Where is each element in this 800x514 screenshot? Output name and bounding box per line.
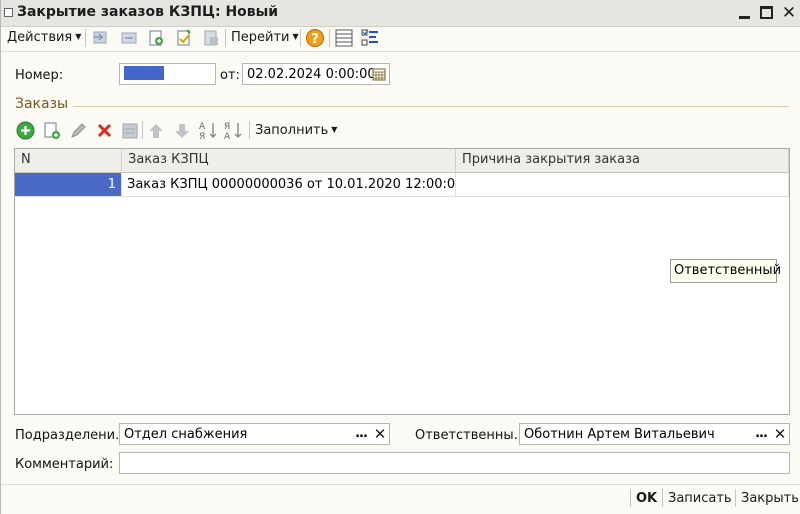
structure-icon[interactable] — [334, 28, 354, 48]
orders-section-title: Заказы — [15, 96, 69, 112]
footer-divider — [1, 484, 800, 485]
responsible-label: Ответственны... — [415, 428, 527, 443]
svg-text:А: А — [224, 132, 231, 140]
window-menu-icon[interactable] — [4, 8, 13, 17]
goto-menu-label: Перейти — [231, 30, 290, 45]
sort-ascending-icon[interactable]: АЯ — [199, 120, 219, 140]
department-select-button[interactable]: ... — [352, 424, 370, 444]
order-cell[interactable]: Заказ КЗПЦ 00000000036 от 10.01.2020 12:… — [122, 173, 456, 197]
responsible-tooltip: Ответственный — [670, 259, 781, 283]
fill-menu-label: Заполнить — [255, 123, 329, 138]
add-row-icon[interactable] — [16, 121, 35, 140]
actions-menu-button[interactable]: Действия ▼ — [7, 30, 81, 45]
toolbar-separator — [300, 29, 301, 47]
row-number-cell[interactable]: 1 — [15, 173, 122, 197]
responsible-value: Оботнин Артем Витальевич — [524, 427, 715, 442]
actions-menu-label: Действия — [7, 30, 73, 45]
column-header-reason[interactable]: Причина закрытия заказа — [456, 149, 789, 173]
date-value: 02.02.2024 0:00:00 — [247, 67, 376, 82]
checklist-icon[interactable] — [360, 28, 380, 48]
close-button[interactable]: Закрыть — [741, 491, 799, 506]
end-edit-icon[interactable] — [121, 122, 139, 140]
close-window-button[interactable]: ✕ — [781, 5, 797, 22]
toolbar-separator — [225, 29, 226, 47]
department-label: Подразделени... — [15, 428, 128, 443]
main-toolbar: Действия ▼ Перейти ▼ ? — [1, 27, 800, 49]
toolbar-divider — [1, 51, 800, 52]
footer-separator — [662, 489, 663, 507]
copy-icon[interactable] — [91, 28, 111, 48]
department-input[interactable]: Отдел снабжения — [119, 423, 390, 445]
document-window: Закрытие заказов КЗПЦ: Новый ✕ Действия ▼… — [0, 0, 800, 514]
calendar-icon[interactable] — [372, 67, 386, 81]
svg-text:А: А — [199, 122, 206, 132]
responsible-select-button[interactable]: ... — [752, 424, 770, 444]
number-label: Номер: — [15, 68, 64, 83]
department-value: Отдел снабжения — [124, 427, 248, 442]
edit-doc-icon[interactable] — [119, 28, 139, 48]
toolbar-separator — [85, 29, 86, 47]
edit-row-icon[interactable] — [69, 122, 87, 140]
minimize-button[interactable] — [737, 5, 753, 21]
svg-text:?: ? — [311, 32, 319, 47]
svg-text:Я: Я — [224, 122, 230, 132]
dropdown-arrow-icon: ▼ — [331, 125, 338, 134]
delete-row-icon[interactable] — [96, 122, 113, 139]
dropdown-arrow-icon: ▼ — [292, 32, 299, 41]
new-doc-icon[interactable] — [146, 28, 166, 48]
window-title: Закрытие заказов КЗПЦ: Новый — [17, 4, 279, 20]
comment-label: Комментарий: — [15, 457, 114, 472]
help-icon[interactable]: ? — [305, 28, 325, 48]
save-button[interactable]: Записать — [668, 491, 732, 506]
fill-menu-button[interactable]: Заполнить ▼ — [255, 123, 337, 138]
date-input[interactable]: 02.02.2024 0:00:00 — [242, 63, 390, 85]
toolbar-separator — [329, 29, 330, 47]
dropdown-arrow-icon: ▼ — [75, 32, 82, 41]
title-bar: Закрытие заказов КЗПЦ: Новый ✕ — [1, 0, 800, 27]
department-clear-button[interactable]: ✕ — [371, 424, 389, 444]
responsible-input[interactable]: Оботнин Артем Витальевич — [519, 423, 790, 445]
toolbar-separator — [142, 121, 143, 139]
toolbar-separator — [249, 121, 250, 139]
move-up-icon[interactable] — [147, 122, 165, 140]
sort-descending-icon[interactable]: ЯА — [224, 120, 244, 140]
maximize-button[interactable] — [759, 5, 775, 21]
unpost-doc-icon[interactable] — [201, 28, 221, 48]
comment-input[interactable] — [119, 452, 790, 474]
post-doc-icon[interactable] — [174, 28, 194, 48]
reason-cell[interactable] — [456, 173, 789, 197]
column-header-n[interactable]: N — [15, 149, 122, 173]
footer-separator — [630, 489, 631, 507]
from-label: от: — [220, 68, 240, 83]
move-down-icon[interactable] — [173, 122, 191, 140]
copy-row-icon[interactable] — [42, 121, 62, 141]
number-selection — [124, 66, 164, 80]
ok-button[interactable]: OK — [636, 491, 657, 506]
section-divider — [73, 106, 789, 107]
footer-separator — [735, 489, 736, 507]
goto-menu-button[interactable]: Перейти ▼ — [231, 30, 299, 45]
column-header-order[interactable]: Заказ КЗПЦ — [122, 149, 456, 173]
svg-text:Я: Я — [199, 132, 205, 140]
responsible-clear-button[interactable]: ✕ — [771, 424, 789, 444]
